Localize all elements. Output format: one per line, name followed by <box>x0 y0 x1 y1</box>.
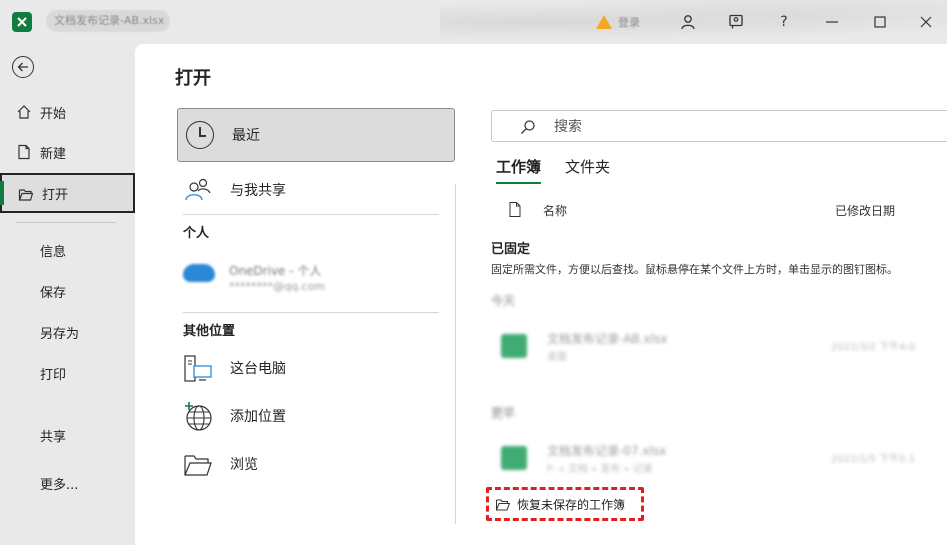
page-title: 打开 <box>175 68 211 89</box>
title-bar: 文档发布记录-AB.xlsx 登录 ? <box>0 0 947 44</box>
nav-share[interactable]: 共享 <box>0 415 135 455</box>
new-file-icon <box>18 144 30 160</box>
file-tabs: 工作簿 文件夹 <box>496 156 610 184</box>
account-icon[interactable] <box>676 10 700 34</box>
nav-home-label: 开始 <box>40 106 67 122</box>
browse-folder-icon <box>184 455 212 476</box>
nav-more-label: 更多... <box>40 477 79 493</box>
location-this-pc-label: 这台电脑 <box>230 361 286 377</box>
search-input[interactable]: 搜索 <box>491 110 947 142</box>
file-row[interactable]: 文档发布记录-07.xlsx F: » 文档 » 发布 » 记录 2022/1/… <box>501 440 947 480</box>
tab-folders[interactable]: 文件夹 <box>565 156 610 184</box>
nav-info[interactable]: 信息 <box>0 230 135 270</box>
home-icon <box>17 105 31 119</box>
nav-save-as-label: 另存为 <box>40 326 80 342</box>
column-name[interactable]: 名称 <box>543 202 567 219</box>
divider <box>183 312 439 313</box>
nav-open-label: 打开 <box>42 187 69 203</box>
nav-print[interactable]: 打印 <box>0 353 135 393</box>
search-placeholder: 搜索 <box>554 119 582 135</box>
recover-unsaved-workbooks-button[interactable]: 恢复未保存的工作簿 <box>486 487 644 521</box>
divider <box>183 214 439 215</box>
file-row[interactable]: 文档发布记录-AB.xlsx 桌面 2022/3/2 下午4:0 <box>501 328 947 368</box>
location-browse-label: 浏览 <box>230 457 258 473</box>
file-date: 2022/1/5 下午5:1 <box>831 454 916 465</box>
recover-label: 恢复未保存的工作簿 <box>517 497 626 512</box>
excel-logo-icon <box>12 12 32 32</box>
location-onedrive[interactable]: OneDrive - 个人 ********@qq.com <box>183 258 433 298</box>
backstage-nav: 开始 新建 打开 信息 保存 另存为 打印 共享 更多... <box>0 44 135 545</box>
file-path: 桌面 <box>547 352 567 363</box>
search-icon <box>521 120 535 134</box>
coauthor-icon[interactable] <box>724 10 748 34</box>
sign-in-warning[interactable]: 登录 <box>596 10 666 34</box>
pane-divider <box>455 184 456 524</box>
nav-info-label: 信息 <box>40 244 67 260</box>
location-add-place[interactable]: 添加位置 <box>177 394 439 438</box>
nav-new[interactable]: 新建 <box>0 132 135 172</box>
pinned-description: 固定所需文件，方便以后查找。鼠标悬停在某个文件上方时，单击显示的图钉图标。 <box>491 263 898 276</box>
group-label: 今天 <box>491 294 516 308</box>
help-icon[interactable]: ? <box>772 10 796 34</box>
tab-workbooks[interactable]: 工作簿 <box>496 156 542 184</box>
shared-with-me-icon <box>185 178 211 201</box>
nav-open[interactable]: 打开 <box>0 173 135 213</box>
nav-new-label: 新建 <box>40 146 67 162</box>
location-this-pc[interactable]: 这台电脑 <box>177 346 439 390</box>
file-type-icon <box>509 202 521 217</box>
add-place-globe-icon <box>185 402 212 431</box>
location-add-place-label: 添加位置 <box>230 409 286 425</box>
nav-save[interactable]: 保存 <box>0 271 135 311</box>
location-recent-label: 最近 <box>232 128 260 144</box>
excel-file-icon <box>501 334 527 358</box>
document-title: 文档发布记录-AB.xlsx <box>46 10 170 32</box>
close-icon[interactable] <box>914 10 938 34</box>
this-pc-icon <box>184 355 212 382</box>
location-shared[interactable]: 与我共享 <box>177 168 439 212</box>
nav-share-label: 共享 <box>40 429 67 445</box>
onedrive-email: ********@qq.com <box>229 280 325 293</box>
location-browse[interactable]: 浏览 <box>177 442 439 486</box>
file-path: F: » 文档 » 发布 » 记录 <box>547 464 653 475</box>
onedrive-name: OneDrive - 个人 <box>229 264 322 278</box>
open-pane: 打开 最近 与我共享 个人 OneDrive - 个人 ********@qq.… <box>135 44 947 545</box>
file-name: 文档发布记录-07.xlsx <box>547 444 667 458</box>
warning-icon <box>596 15 612 29</box>
group-label: 更早 <box>491 406 516 420</box>
nav-save-label: 保存 <box>40 285 67 301</box>
open-folder-icon <box>496 499 510 511</box>
back-arrow-icon[interactable] <box>12 56 34 78</box>
column-modified[interactable]: 已修改日期 <box>835 202 895 219</box>
location-shared-label: 与我共享 <box>230 183 286 199</box>
clock-icon <box>186 121 214 149</box>
file-group-earlier: 更早 <box>491 404 515 421</box>
file-group-today: 今天 <box>491 292 515 309</box>
nav-print-label: 打印 <box>40 367 67 383</box>
nav-more[interactable]: 更多... <box>0 463 135 503</box>
account-text: 登录 <box>618 16 640 29</box>
nav-save-as[interactable]: 另存为 <box>0 312 135 352</box>
pinned-heading: 已固定 <box>491 242 531 257</box>
nav-divider <box>16 222 116 223</box>
other-locations-heading: 其他位置 <box>183 324 236 339</box>
location-recent[interactable]: 最近 <box>177 108 455 162</box>
maximize-icon[interactable] <box>868 10 892 34</box>
file-name: 文档发布记录-AB.xlsx <box>547 332 668 346</box>
excel-file-icon <box>501 446 527 470</box>
onedrive-cloud-icon <box>183 264 215 282</box>
minimize-icon[interactable] <box>820 10 844 34</box>
column-header: 名称 已修改日期 <box>509 202 947 222</box>
open-folder-icon <box>18 189 34 201</box>
nav-home[interactable]: 开始 <box>0 92 135 132</box>
personal-heading: 个人 <box>183 226 210 241</box>
file-date: 2022/3/2 下午4:0 <box>831 342 916 353</box>
